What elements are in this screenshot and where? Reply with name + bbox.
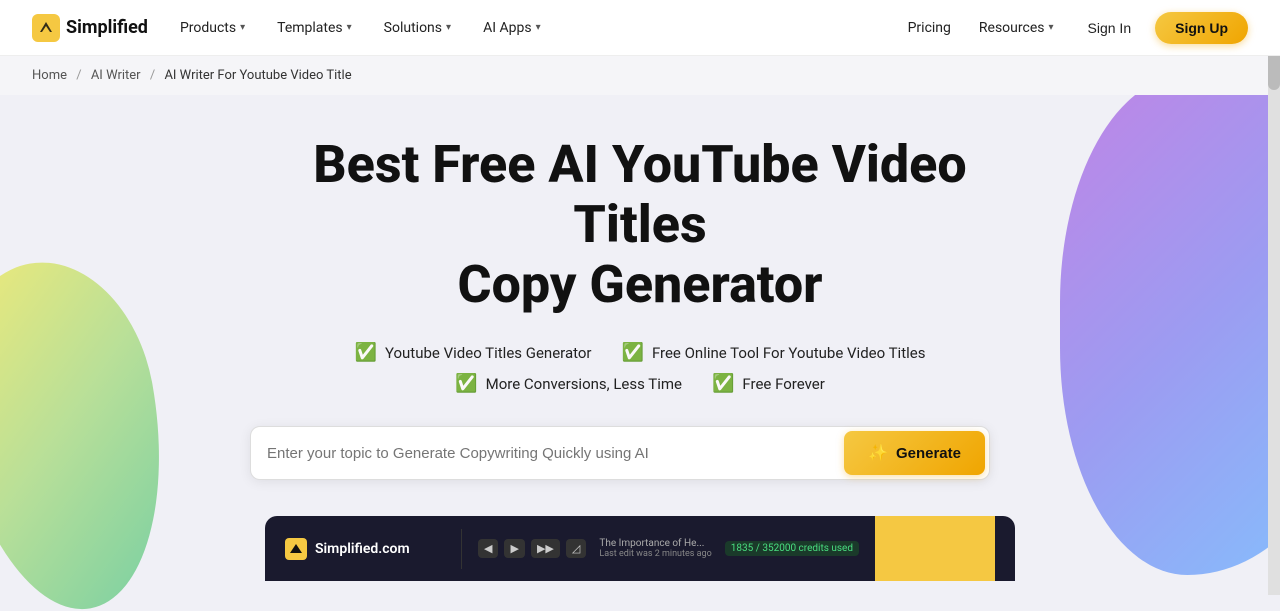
check-icon: ✅	[355, 342, 377, 363]
preview-divider	[461, 529, 462, 569]
signup-button[interactable]: Sign Up	[1155, 12, 1248, 44]
nav-ai-apps[interactable]: AI Apps ▾	[471, 14, 553, 42]
preview-logo: Simplified.com	[285, 538, 445, 560]
nav-solutions[interactable]: Solutions ▾	[372, 14, 463, 42]
generate-button[interactable]: ✨ Generate	[844, 431, 985, 475]
chevron-icon: ▾	[240, 22, 245, 33]
ctrl-btn-fullscreen[interactable]: ◿	[566, 539, 586, 558]
chevron-icon: ▾	[536, 22, 541, 33]
breadcrumb-home[interactable]: Home	[32, 68, 67, 83]
nav-templates[interactable]: Templates ▾	[265, 14, 364, 42]
hero-title: Best Free AI YouTube Video Titles Copy G…	[250, 135, 1030, 314]
chevron-icon: ▾	[347, 22, 352, 33]
preview-card: Simplified.com ◀ ▶ ▶▶ ◿ The Importance o…	[265, 516, 1015, 581]
logo-icon	[32, 14, 60, 42]
nav-resources[interactable]: Resources ▾	[969, 14, 1064, 42]
pricing-link[interactable]: Pricing	[898, 14, 961, 42]
chevron-icon: ▾	[446, 22, 451, 33]
breadcrumb: Home / AI Writer / AI Writer For Youtube…	[0, 56, 1280, 95]
decorative-blob-right	[1060, 95, 1280, 575]
scrollbar[interactable]	[1268, 0, 1280, 595]
feature-item: ✅ Free Online Tool For Youtube Video Tit…	[622, 342, 926, 363]
chevron-icon: ▾	[1048, 22, 1053, 33]
check-icon: ✅	[622, 342, 644, 363]
breadcrumb-separator: /	[150, 68, 155, 83]
preview-yellow-bar	[875, 516, 995, 581]
check-icon: ✅	[712, 373, 734, 394]
breadcrumb-ai-writer[interactable]: AI Writer	[91, 68, 141, 83]
logo-link[interactable]: Simplified	[32, 14, 148, 42]
ctrl-btn-back[interactable]: ◀	[478, 539, 498, 558]
ctrl-btn-forward[interactable]: ▶▶	[531, 539, 560, 558]
hero-content: Best Free AI YouTube Video Titles Copy G…	[250, 135, 1030, 480]
preview-counter: 1835 / 352000 credits used	[725, 541, 859, 556]
decorative-blob-left	[0, 247, 189, 611]
feature-item: ✅ Free Forever	[712, 373, 825, 394]
preview-right: ◀ ▶ ▶▶ ◿ The Importance of He... Last ed…	[478, 538, 859, 559]
navbar-right: Pricing Resources ▾ Sign In Sign Up	[898, 12, 1248, 44]
input-bar: ✨ Generate	[250, 426, 990, 480]
preview-controls: ◀ ▶ ▶▶ ◿	[478, 539, 586, 558]
preview-section: Simplified.com ◀ ▶ ▶▶ ◿ The Importance o…	[265, 516, 1015, 581]
breadcrumb-separator: /	[76, 68, 81, 83]
feature-item: ✅ Youtube Video Titles Generator	[355, 342, 592, 363]
hero-section: Best Free AI YouTube Video Titles Copy G…	[0, 95, 1280, 611]
nav-products[interactable]: Products ▾	[168, 14, 257, 42]
preview-logo-icon	[285, 538, 307, 560]
topic-input[interactable]	[267, 437, 844, 470]
ctrl-btn-play[interactable]: ▶	[504, 539, 524, 558]
hero-features: ✅ Youtube Video Titles Generator ✅ Free …	[250, 342, 1030, 394]
check-icon: ✅	[455, 373, 477, 394]
preview-info: The Importance of He... Last edit was 2 …	[599, 538, 711, 559]
feature-item: ✅ More Conversions, Less Time	[455, 373, 682, 394]
logo-text: Simplified	[66, 17, 148, 38]
navbar: Simplified Products ▾ Templates ▾ Soluti…	[0, 0, 1280, 56]
wand-icon: ✨	[868, 443, 888, 463]
preview-logo-text: Simplified.com	[315, 541, 410, 557]
breadcrumb-current: AI Writer For Youtube Video Title	[164, 68, 351, 83]
navbar-left: Simplified Products ▾ Templates ▾ Soluti…	[32, 14, 553, 42]
signin-button[interactable]: Sign In	[1072, 14, 1148, 42]
